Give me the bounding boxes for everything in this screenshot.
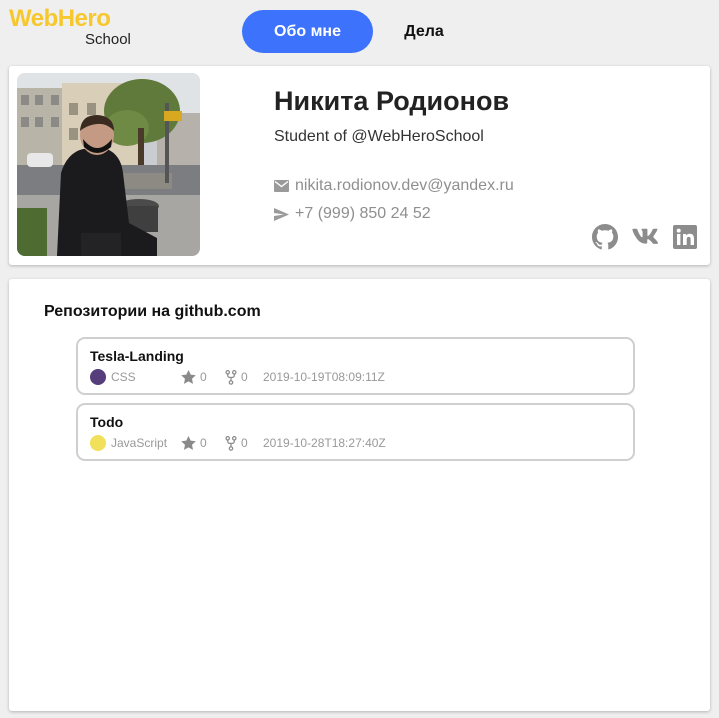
- profile-email-row[interactable]: nikita.rodionov.dev@yandex.ru: [274, 176, 514, 196]
- webhero-logo[interactable]: WebHero School: [9, 5, 139, 48]
- profile-phone-row[interactable]: +7 (999) 850 24 52: [274, 204, 431, 224]
- repo-meta: CSS 0 0 2019-10-19T08:09:11Z: [90, 368, 385, 386]
- repo-name: Todo: [90, 414, 124, 430]
- top-navigation: WebHero School Обо мне Дела: [0, 0, 719, 62]
- repo-stars-count: 0: [200, 370, 207, 384]
- repositories-title: Репозитории на github.com: [44, 303, 261, 320]
- profile-photo: [17, 73, 200, 256]
- repo-forks: 0: [225, 435, 263, 451]
- repositories-card: Репозитории на github.com Tesla-Landing …: [9, 279, 710, 711]
- repo-updated-date: 2019-10-19T08:09:11Z: [263, 370, 385, 384]
- social-links: [592, 224, 698, 250]
- profile-role: Student of @WebHeroSchool: [274, 128, 484, 145]
- repo-language: CSS: [111, 370, 136, 384]
- repo-meta: JavaScript 0 0 2019-10-28T18:27:40Z: [90, 434, 386, 452]
- repo-forks-count: 0: [241, 436, 248, 450]
- repo-stars-count: 0: [200, 436, 207, 450]
- repo-forks-count: 0: [241, 370, 248, 384]
- logo-text-webhero: WebHero: [9, 5, 111, 32]
- mail-icon: [274, 180, 289, 192]
- repo-updated-date: 2019-10-28T18:27:40Z: [263, 436, 386, 450]
- fork-icon: [225, 435, 237, 451]
- github-icon: [592, 224, 618, 250]
- star-icon: [181, 370, 196, 384]
- profile-phone: +7 (999) 850 24 52: [295, 205, 431, 222]
- tab-about[interactable]: Обо мне: [242, 10, 373, 53]
- profile-photo-image: [17, 73, 200, 256]
- profile-name: Никита Родионов: [274, 86, 510, 116]
- vk-icon: [632, 228, 658, 244]
- repo-forks: 0: [225, 369, 263, 385]
- linkedin-icon: [673, 225, 697, 249]
- logo-text-school: School: [85, 31, 131, 48]
- repo-language: JavaScript: [111, 436, 168, 450]
- repo-name: Tesla-Landing: [90, 348, 184, 364]
- language-color-dot: [90, 435, 106, 451]
- repo-card-tesla-landing[interactable]: Tesla-Landing CSS 0 0 2019-10-19T08:09:1…: [76, 337, 635, 395]
- tab-projects[interactable]: Дела: [388, 10, 460, 53]
- profile-email: nikita.rodionov.dev@yandex.ru: [295, 177, 514, 194]
- language-color-dot: [90, 369, 106, 385]
- star-icon: [181, 436, 196, 450]
- linkedin-link[interactable]: [672, 224, 698, 250]
- fork-icon: [225, 369, 237, 385]
- vk-link[interactable]: [632, 224, 658, 250]
- send-icon: [274, 207, 289, 221]
- repo-stars: 0: [181, 436, 225, 450]
- profile-card: Никита Родионов Student of @WebHeroSchoo…: [9, 66, 710, 265]
- repo-stars: 0: [181, 370, 225, 384]
- repo-card-todo[interactable]: Todo JavaScript 0 0 2019-10-28T18:27:40Z: [76, 403, 635, 461]
- github-link[interactable]: [592, 224, 618, 250]
